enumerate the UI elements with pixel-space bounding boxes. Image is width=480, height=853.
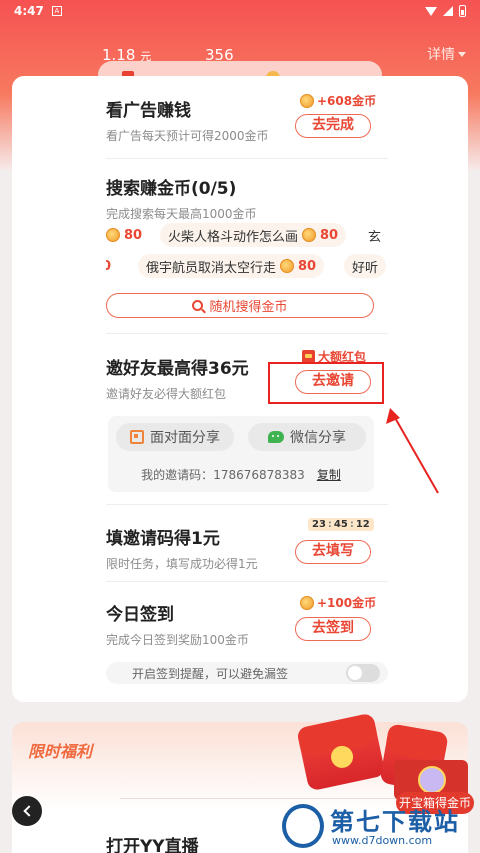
wifi-icon bbox=[425, 6, 437, 16]
chevron-left-icon bbox=[22, 805, 35, 817]
coin-icon bbox=[300, 93, 314, 108]
complete-button[interactable]: 去完成 bbox=[295, 114, 371, 138]
divider bbox=[106, 158, 388, 159]
task-open-yy: 打开YY直播 bbox=[106, 837, 199, 853]
wechat-share-button[interactable]: 微信分享 bbox=[248, 423, 366, 451]
keyword-chip[interactable]: 好听 bbox=[344, 254, 387, 278]
battery-icon bbox=[459, 5, 466, 17]
watermark-title: 第七下载站 bbox=[330, 808, 460, 836]
watermark-logo bbox=[282, 804, 324, 848]
divider bbox=[106, 504, 388, 505]
chip-reward: 80 bbox=[298, 258, 317, 274]
coin-icon bbox=[302, 228, 317, 242]
notification-icon: A bbox=[51, 6, 62, 16]
share-label: 微信分享 bbox=[290, 430, 346, 446]
keyword-chip[interactable]: 俄宇航员取消太空行走 80 bbox=[138, 254, 325, 278]
divider bbox=[106, 333, 388, 334]
share-panel: 面对面分享 微信分享 我的邀请码：178676878383 复制 bbox=[108, 416, 374, 492]
ads-reward-badge: +608金币 bbox=[300, 92, 376, 109]
watermark-url: www.d7down.com bbox=[332, 834, 433, 847]
reminder-label: 开启签到提醒，可以避免漏签 bbox=[132, 666, 289, 681]
search-keywords-row-2: 0 俄宇航员取消太空行走 80 好听 bbox=[106, 254, 388, 278]
status-time: 4:47 bbox=[14, 4, 44, 18]
random-search-label: 随机搜得金币 bbox=[209, 300, 288, 315]
task-desc: 完成搜索每天最高1000金币 bbox=[106, 207, 257, 221]
status-bar: 4:47 A bbox=[0, 0, 480, 22]
chevron-down-icon bbox=[458, 51, 466, 57]
welfare-title: 限时福利 bbox=[28, 742, 93, 761]
keyword-chip[interactable]: 玄 bbox=[368, 223, 381, 247]
coin-icon bbox=[300, 595, 314, 610]
checkin-reward-badge: +100金币 bbox=[300, 594, 376, 611]
invite-code-value: 178676878383 bbox=[213, 468, 305, 482]
divider bbox=[106, 581, 388, 582]
reward-text: +608金币 bbox=[317, 94, 377, 108]
coin-icon bbox=[106, 228, 120, 242]
chip-reward: 80 bbox=[124, 227, 143, 243]
chip-reward: 80 bbox=[320, 227, 339, 243]
face-to-face-share-button[interactable]: 面对面分享 bbox=[116, 423, 234, 451]
signal-icon bbox=[443, 6, 453, 16]
fill-code-button[interactable]: 去填写 bbox=[295, 540, 371, 564]
task-card: 看广告赚钱 看广告每天预计可得2000金币 +608金币 去完成 搜索赚金币(0… bbox=[12, 76, 468, 702]
countdown-timer: 23 : 45 : 12 bbox=[308, 518, 374, 531]
keyword-chip[interactable]: 80 bbox=[106, 223, 142, 247]
invite-code-label: 我的邀请码： bbox=[141, 468, 214, 482]
share-label: 面对面分享 bbox=[150, 430, 220, 446]
copy-link[interactable]: 复制 bbox=[317, 468, 341, 482]
chip-reward: 0 bbox=[106, 258, 112, 274]
back-button[interactable] bbox=[12, 796, 42, 826]
task-search: 搜索赚金币(0/5) 完成搜索每天最高1000金币 bbox=[106, 174, 388, 222]
search-icon bbox=[192, 300, 204, 311]
random-search-button[interactable]: 随机搜得金币 bbox=[106, 293, 374, 318]
timer-separator: : bbox=[327, 519, 332, 530]
annotation-highlight-box bbox=[268, 362, 384, 404]
reminder-toggle[interactable] bbox=[346, 664, 380, 682]
detail-link[interactable]: 详情 bbox=[427, 44, 466, 64]
detail-label: 详情 bbox=[427, 47, 455, 63]
search-keywords-row-1: 80 火柴人格斗动作怎么画 80 玄 bbox=[106, 223, 388, 247]
keyword-chip[interactable]: 火柴人格斗动作怎么画 80 bbox=[160, 223, 347, 247]
reward-text: +100金币 bbox=[317, 596, 377, 610]
coin-icon bbox=[280, 259, 295, 273]
chip-keyword: 好听 bbox=[352, 260, 379, 276]
checkin-button[interactable]: 去签到 bbox=[295, 617, 371, 641]
timer-minutes: 45 bbox=[333, 519, 348, 530]
chip-keyword: 俄宇航员取消太空行走 bbox=[146, 260, 277, 276]
timer-seconds: 12 bbox=[355, 519, 370, 530]
timer-hours: 23 bbox=[312, 519, 326, 530]
task-title: 搜索赚金币(0/5) bbox=[106, 179, 237, 199]
qr-code-icon bbox=[130, 430, 144, 444]
chip-keyword: 火柴人格斗动作怎么画 bbox=[168, 229, 299, 245]
site-watermark: 第七下载站 www.d7down.com bbox=[282, 800, 478, 852]
checkin-reminder-row: 开启签到提醒，可以避免漏签 bbox=[106, 662, 388, 684]
wechat-icon bbox=[268, 431, 284, 443]
timer-separator: : bbox=[349, 519, 354, 530]
keyword-chip[interactable]: 0 bbox=[106, 254, 111, 278]
invite-code-row: 我的邀请码：178676878383 复制 bbox=[108, 466, 374, 483]
chip-keyword: 玄 bbox=[368, 229, 382, 245]
